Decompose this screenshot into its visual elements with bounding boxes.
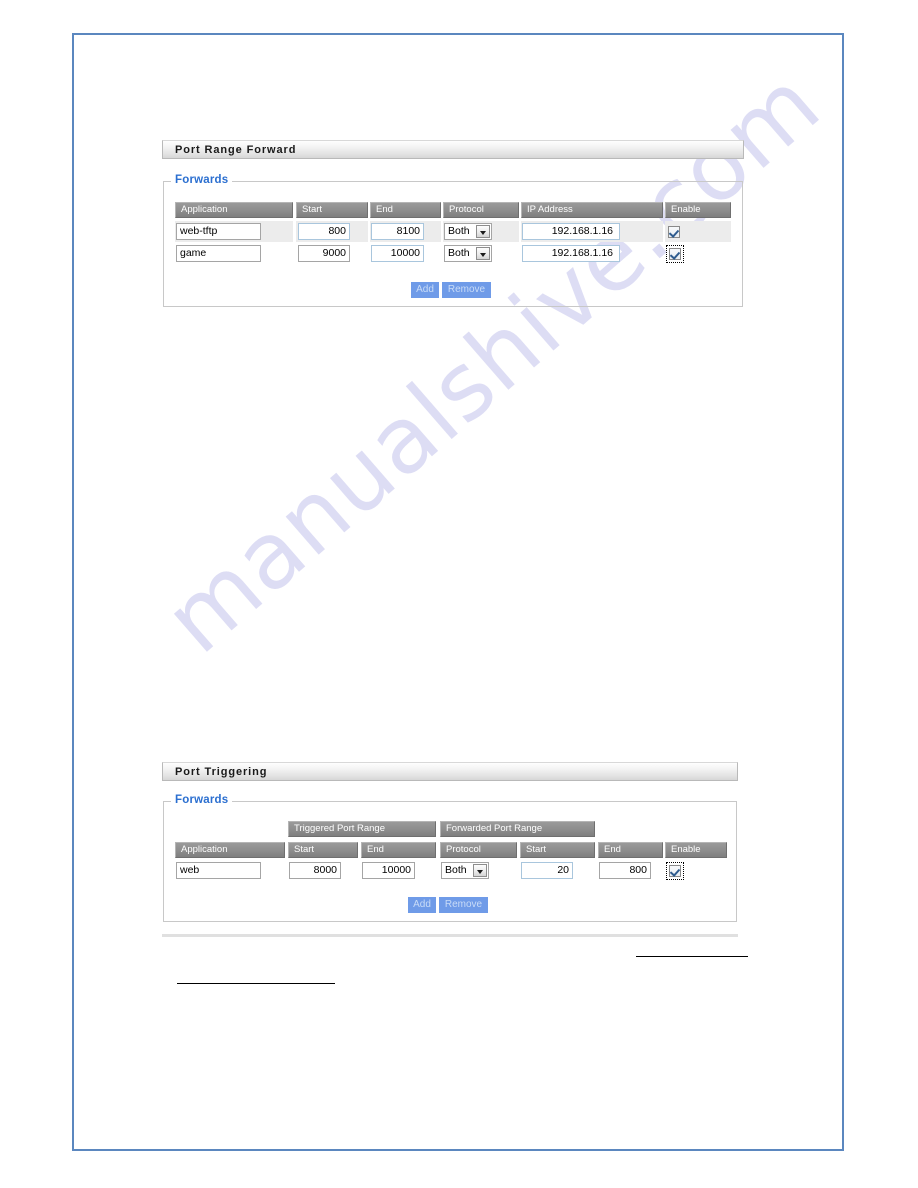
column-header-triggered-start: Start bbox=[288, 842, 358, 858]
protocol-select-value: Both bbox=[448, 225, 470, 237]
enable-checkbox-row-1[interactable] bbox=[669, 865, 681, 877]
section-title: Port Range Forward bbox=[175, 143, 297, 156]
section-header-port-range-forward: Port Range Forward bbox=[162, 140, 744, 159]
add-button[interactable]: Add bbox=[408, 897, 436, 913]
group-header-triggered-port-range: Triggered Port Range bbox=[288, 821, 436, 837]
column-header-forwarded-start: Start bbox=[520, 842, 595, 858]
column-header-enable: Enable bbox=[665, 842, 727, 858]
protocol-select-row-1[interactable]: Both bbox=[444, 223, 492, 240]
start-port-input-row-1[interactable]: 800 bbox=[298, 223, 350, 240]
protocol-select-row-1[interactable]: Both bbox=[441, 862, 489, 879]
add-button[interactable]: Add bbox=[411, 282, 439, 298]
forwarded-start-input-row-1[interactable]: 20 bbox=[521, 862, 573, 879]
column-header-protocol: Protocol bbox=[443, 202, 519, 218]
enable-checkbox-wrapper-row-1[interactable] bbox=[666, 862, 684, 880]
enable-checkbox-row-1[interactable] bbox=[668, 226, 680, 238]
enable-checkbox-wrapper-row-2[interactable] bbox=[666, 245, 684, 263]
start-port-input-row-2[interactable]: 9000 bbox=[298, 245, 350, 262]
footnote-rule-left bbox=[177, 983, 335, 984]
group-header-forwarded-port-range: Forwarded Port Range bbox=[440, 821, 595, 837]
end-port-input-row-2[interactable]: 10000 bbox=[371, 245, 424, 262]
triggered-end-input-row-1[interactable]: 10000 bbox=[362, 862, 415, 879]
chevron-down-icon[interactable] bbox=[476, 225, 490, 238]
column-header-enable: Enable bbox=[665, 202, 731, 218]
section-header-port-triggering: Port Triggering bbox=[162, 762, 738, 781]
column-header-start: Start bbox=[296, 202, 368, 218]
application-input-row-2[interactable]: game bbox=[176, 245, 261, 262]
page-divider bbox=[162, 934, 738, 937]
protocol-select-value: Both bbox=[445, 864, 467, 876]
protocol-select-row-2[interactable]: Both bbox=[444, 245, 492, 262]
forwards-legend: Forwards bbox=[171, 174, 233, 186]
enable-checkbox-wrapper-row-1[interactable] bbox=[666, 224, 684, 242]
column-header-triggered-end: End bbox=[361, 842, 436, 858]
protocol-select-value: Both bbox=[448, 247, 470, 259]
ip-address-input-row-1[interactable]: 192.168.1.16 bbox=[522, 223, 620, 240]
column-header-application: Application bbox=[175, 842, 285, 858]
column-header-forwarded-end: End bbox=[598, 842, 663, 858]
chevron-down-icon[interactable] bbox=[473, 864, 487, 877]
application-input-row-1[interactable]: web-tftp bbox=[176, 223, 261, 240]
column-header-end: End bbox=[370, 202, 441, 218]
forwarded-end-input-row-1[interactable]: 800 bbox=[599, 862, 651, 879]
footnote-rule-right bbox=[636, 956, 748, 957]
section-title: Port Triggering bbox=[175, 765, 268, 778]
ip-address-input-row-2[interactable]: 192.168.1.16 bbox=[522, 245, 620, 262]
column-header-ip-address: IP Address bbox=[521, 202, 663, 218]
enable-checkbox-row-2[interactable] bbox=[669, 248, 681, 260]
triggered-start-input-row-1[interactable]: 8000 bbox=[289, 862, 341, 879]
remove-button[interactable]: Remove bbox=[439, 897, 488, 913]
forwards-legend: Forwards bbox=[171, 794, 233, 806]
end-port-input-row-1[interactable]: 8100 bbox=[371, 223, 424, 240]
application-input-row-1[interactable]: web bbox=[176, 862, 261, 879]
column-header-protocol: Protocol bbox=[440, 842, 517, 858]
remove-button[interactable]: Remove bbox=[442, 282, 491, 298]
column-header-application: Application bbox=[175, 202, 293, 218]
chevron-down-icon[interactable] bbox=[476, 247, 490, 260]
